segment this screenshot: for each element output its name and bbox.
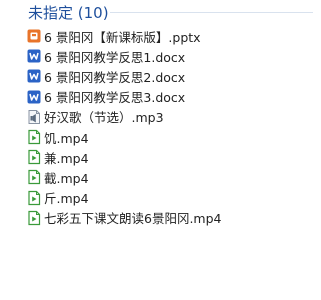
file-name[interactable]: 好汉歌（节选）.mp3	[44, 107, 164, 126]
file-name[interactable]: 饥.mp4	[44, 128, 89, 147]
file-item[interactable]: 饥.mp4	[26, 127, 316, 147]
file-name[interactable]: 6 景阳冈教学反思2.docx	[44, 67, 185, 86]
file-item[interactable]: 6 景阳冈教学反思1.docx	[26, 46, 316, 66]
file-item[interactable]: 6 景阳冈教学反思2.docx	[26, 66, 316, 86]
file-name[interactable]: 七彩五下课文朗读6景阳冈.mp4	[44, 208, 222, 227]
file-item[interactable]: 截.mp4	[26, 167, 316, 187]
video-file-icon	[26, 190, 42, 206]
docx-file-icon	[26, 89, 42, 105]
video-file-icon	[26, 210, 42, 226]
pptx-file-icon	[26, 28, 42, 44]
file-name[interactable]: 6 景阳冈教学反思1.docx	[44, 47, 185, 66]
docx-file-icon	[26, 68, 42, 84]
file-item[interactable]: 6 景阳冈【新课标版】.pptx	[26, 26, 316, 46]
file-item[interactable]: 兼.mp4	[26, 147, 316, 167]
group-title[interactable]: 未指定 (10)	[28, 2, 109, 23]
file-name[interactable]: 6 景阳冈【新课标版】.pptx	[44, 27, 201, 46]
file-item[interactable]: 6 景阳冈教学反思3.docx	[26, 87, 316, 107]
file-name[interactable]: 斤.mp4	[44, 188, 89, 207]
audio-file-icon	[26, 109, 42, 125]
file-name[interactable]: 兼.mp4	[44, 148, 89, 167]
file-item[interactable]: 七彩五下课文朗读6景阳冈.mp4	[26, 208, 316, 228]
file-name[interactable]: 6 景阳冈教学反思3.docx	[44, 87, 185, 106]
file-item[interactable]: 好汉歌（节选）.mp3	[26, 107, 316, 127]
video-file-icon	[26, 129, 42, 145]
file-name[interactable]: 截.mp4	[44, 168, 89, 187]
video-file-icon	[26, 169, 42, 185]
group-header[interactable]: 未指定 (10)	[0, 0, 321, 22]
docx-file-icon	[26, 48, 42, 64]
group-divider	[110, 12, 313, 13]
video-file-icon	[26, 149, 42, 165]
file-item[interactable]: 斤.mp4	[26, 188, 316, 208]
